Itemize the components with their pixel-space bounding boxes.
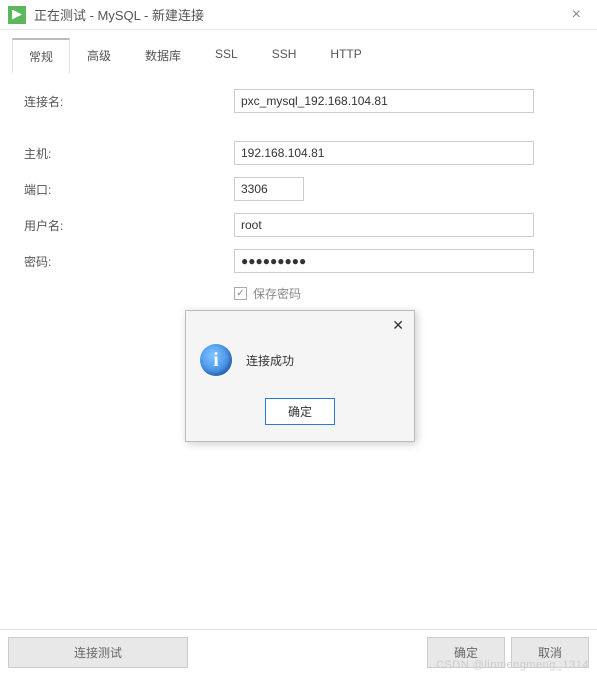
watermark: CSDN @linmengmeng_1314 <box>436 659 589 671</box>
window-title: 正在测试 - MySQL - 新建连接 <box>34 5 204 24</box>
tab-http[interactable]: HTTP <box>313 38 378 73</box>
connection-name-label: 连接名: <box>24 93 234 110</box>
row-host: 主机: <box>24 141 573 165</box>
app-icon <box>8 6 26 24</box>
row-port: 端口: <box>24 177 573 201</box>
dialog-ok-button[interactable]: 确定 <box>265 398 335 425</box>
form-area: 连接名: 主机: 端口: 用户名: 密码: ✓ 保存密码 <box>0 73 597 318</box>
port-input[interactable] <box>234 177 304 201</box>
username-label: 用户名: <box>24 217 234 234</box>
connection-name-input[interactable] <box>234 89 534 113</box>
username-input[interactable] <box>234 213 534 237</box>
tab-ssh[interactable]: SSH <box>255 38 314 73</box>
row-password: 密码: <box>24 249 573 273</box>
password-input[interactable] <box>234 249 534 273</box>
host-input[interactable] <box>234 141 534 165</box>
test-connection-button[interactable]: 连接测试 <box>8 637 188 668</box>
dialog-header: ✕ <box>186 311 414 340</box>
save-password-label: 保存密码 <box>253 285 301 302</box>
close-icon[interactable]: × <box>564 6 589 24</box>
row-connection-name: 连接名: <box>24 89 573 113</box>
info-icon: i <box>200 344 232 376</box>
row-save-password: ✓ 保存密码 <box>234 285 573 302</box>
dialog-message: 连接成功 <box>246 352 294 369</box>
tab-ssl[interactable]: SSL <box>198 38 255 73</box>
dialog-close-icon[interactable]: ✕ <box>392 317 404 334</box>
row-username: 用户名: <box>24 213 573 237</box>
host-label: 主机: <box>24 145 234 162</box>
password-label: 密码: <box>24 253 234 270</box>
dialog-connection-success: ✕ i 连接成功 确定 <box>185 310 415 442</box>
dialog-footer: 确定 <box>186 390 414 441</box>
tab-database[interactable]: 数据库 <box>128 38 198 73</box>
save-password-checkbox[interactable]: ✓ <box>234 287 247 300</box>
titlebar: 正在测试 - MySQL - 新建连接 × <box>0 0 597 30</box>
tab-bar: 常规 高级 数据库 SSL SSH HTTP <box>0 30 597 73</box>
tab-advanced[interactable]: 高级 <box>70 38 128 73</box>
tab-general[interactable]: 常规 <box>12 38 70 73</box>
port-label: 端口: <box>24 181 234 198</box>
dialog-body: i 连接成功 <box>186 340 414 390</box>
